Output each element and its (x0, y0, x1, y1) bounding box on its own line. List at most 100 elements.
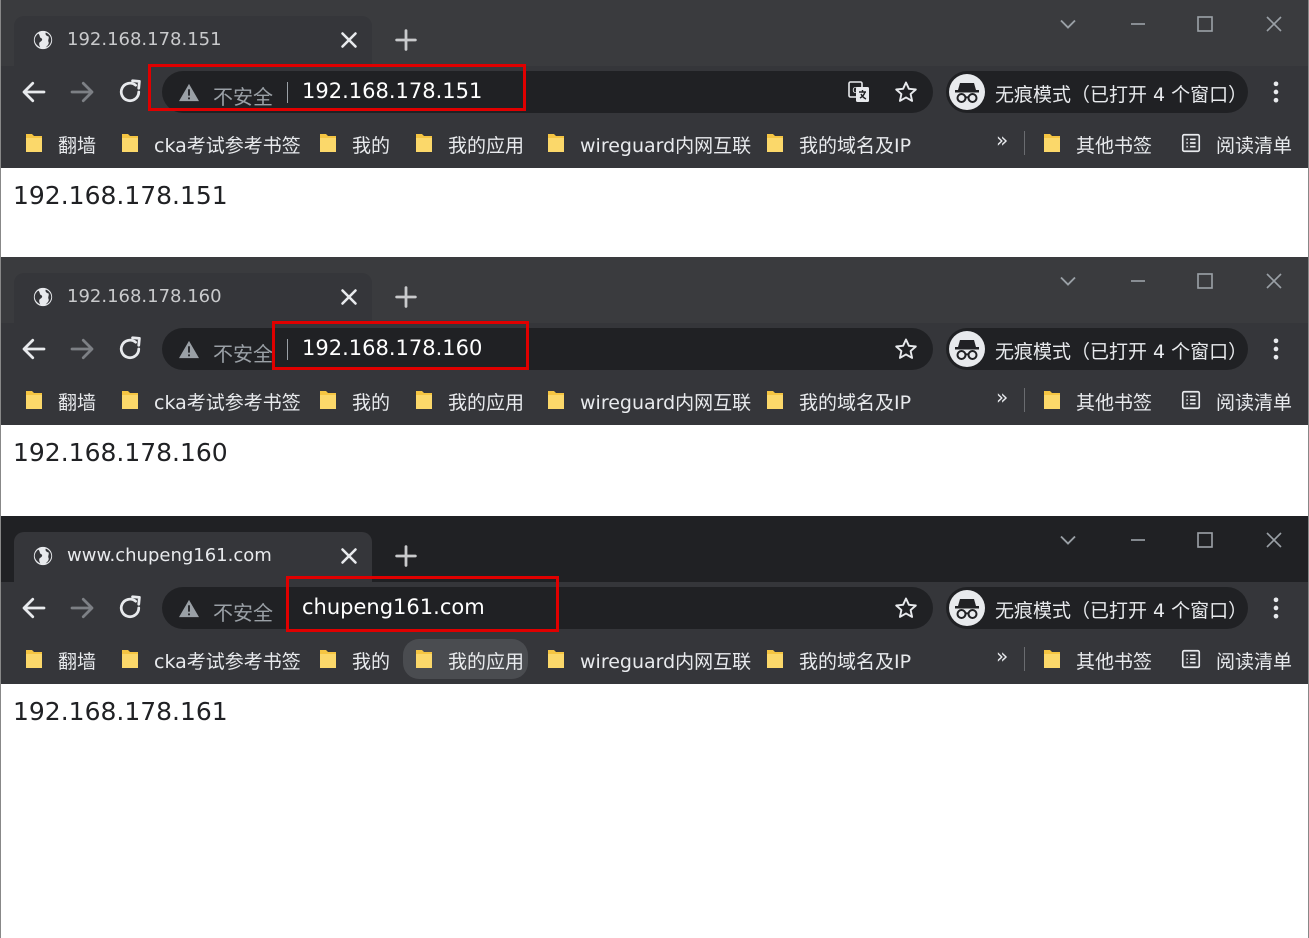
bookmark-folder[interactable]: 我的域名及IP (765, 644, 915, 674)
bookmark-label: wireguard内网互联 (580, 135, 752, 157)
more-menu-icon[interactable] (1262, 77, 1290, 107)
close-tab-icon[interactable] (336, 27, 362, 53)
tab-search-icon[interactable] (1054, 10, 1082, 38)
maximize-icon[interactable] (1191, 267, 1219, 295)
maximize-icon[interactable] (1191, 10, 1219, 38)
tab-active[interactable]: www.chupeng161.com (14, 532, 372, 582)
tab-active[interactable]: 192.168.178.160 (14, 273, 372, 323)
close-tab-icon[interactable] (336, 543, 362, 569)
tab-title: 192.168.178.160 (67, 286, 222, 307)
reading-list-label: 阅读清单 (1216, 651, 1293, 673)
bookmark-folder[interactable]: 我的域名及IP (765, 128, 915, 158)
bookmarks-overflow-chevron[interactable]: » (996, 385, 1008, 409)
forward-icon[interactable] (67, 334, 97, 364)
url-highlight-box (286, 576, 559, 632)
minimize-icon[interactable] (1124, 526, 1152, 554)
bookmark-folder[interactable]: wireguard内网互联 (546, 128, 751, 158)
forward-icon[interactable] (67, 593, 97, 623)
insecure-label[interactable]: 不安全 (213, 338, 273, 367)
tab-title: 192.168.178.151 (67, 29, 222, 50)
page-text: 192.168.178.151 (13, 181, 228, 210)
folder-icon (1042, 131, 1062, 155)
bookmark-folder[interactable]: 我的 (318, 644, 398, 674)
bookmarks-overflow-chevron[interactable]: » (996, 128, 1008, 152)
window-close-icon[interactable] (1260, 526, 1288, 554)
bookmark-folder-hovered[interactable]: 我的应用 (403, 639, 528, 679)
reload-icon[interactable] (115, 593, 145, 623)
forward-icon[interactable] (67, 77, 97, 107)
folder-icon (120, 131, 140, 155)
reading-list-icon (1180, 389, 1202, 411)
window-close-icon[interactable] (1260, 267, 1288, 295)
tab-search-icon[interactable] (1054, 267, 1082, 295)
translate-icon[interactable] (847, 80, 871, 104)
bookmark-folder[interactable]: wireguard内网互联 (546, 385, 751, 415)
bookmark-folder[interactable]: 我的应用 (414, 128, 526, 158)
tab-search-icon[interactable] (1054, 526, 1082, 554)
new-tab-icon[interactable] (392, 26, 420, 54)
bookmarks-bar: 翻墙 cka考试参考书签 我的 我的应用 wireguard内网互联 我的域名及… (0, 118, 1309, 168)
reload-icon[interactable] (115, 334, 145, 364)
folder-icon (318, 131, 338, 155)
reading-list[interactable]: 阅读清单 (1180, 385, 1292, 415)
maximize-icon[interactable] (1191, 526, 1219, 554)
incognito-indicator[interactable]: 无痕模式（已打开 4 个窗口） (946, 71, 1248, 113)
other-bookmarks[interactable]: 其他书签 (1042, 128, 1154, 158)
page-content: 192.168.178.151 (1, 168, 1308, 257)
bookmark-folder[interactable]: 我的 (318, 385, 398, 415)
url-highlight-box (148, 64, 526, 111)
folder-icon (318, 647, 338, 671)
reading-list[interactable]: 阅读清单 (1180, 644, 1292, 674)
folder-icon (765, 647, 785, 671)
minimize-icon[interactable] (1124, 267, 1152, 295)
bookmark-star-icon[interactable] (894, 337, 918, 361)
back-icon[interactable] (19, 77, 49, 107)
bookmark-folder[interactable]: 翻墙 (24, 128, 104, 158)
bookmark-folder[interactable]: cka考试参考书签 (120, 128, 301, 158)
bookmark-folder[interactable]: 翻墙 (24, 644, 104, 674)
bookmark-label: 我的 (352, 135, 391, 157)
bookmark-label: cka考试参考书签 (154, 651, 301, 673)
close-tab-icon[interactable] (336, 284, 362, 310)
bookmark-folder[interactable]: 翻墙 (24, 385, 104, 415)
folder-icon (24, 131, 44, 155)
bookmark-star-icon[interactable] (894, 80, 918, 104)
new-tab-icon[interactable] (392, 283, 420, 311)
bookmark-folder[interactable]: cka考试参考书签 (120, 644, 301, 674)
minimize-icon[interactable] (1124, 10, 1152, 38)
new-tab-icon[interactable] (392, 542, 420, 570)
page-content: 192.168.178.160 (1, 425, 1308, 516)
other-bookmarks[interactable]: 其他书签 (1042, 385, 1154, 415)
bookmark-label: wireguard内网互联 (580, 392, 752, 414)
incognito-indicator[interactable]: 无痕模式（已打开 4 个窗口） (946, 328, 1248, 370)
tab-active[interactable]: 192.168.178.151 (14, 16, 372, 66)
bookmark-folder[interactable]: 我的应用 (414, 385, 526, 415)
incognito-indicator[interactable]: 无痕模式（已打开 4 个窗口） (946, 587, 1248, 629)
window-close-icon[interactable] (1260, 10, 1288, 38)
insecure-label[interactable]: 不安全 (213, 597, 273, 626)
toolbar: 不安全 chupeng161.com 无痕模式（已打开 4 个窗口） (0, 582, 1309, 634)
reload-icon[interactable] (115, 77, 145, 107)
warning-icon[interactable] (178, 598, 200, 618)
bookmark-folder[interactable]: cka考试参考书签 (120, 385, 301, 415)
bookmark-label: 我的应用 (448, 392, 525, 414)
divider (1024, 131, 1025, 155)
folder-icon (24, 647, 44, 671)
folder-icon (414, 647, 434, 671)
tab-strip: 192.168.178.160 (0, 257, 1309, 323)
bookmark-star-icon[interactable] (894, 596, 918, 620)
warning-icon[interactable] (178, 339, 200, 359)
more-menu-icon[interactable] (1262, 334, 1290, 364)
reading-list[interactable]: 阅读清单 (1180, 128, 1292, 158)
incognito-icon (949, 331, 985, 367)
bookmark-folder[interactable]: 我的域名及IP (765, 385, 915, 415)
incognito-label: 无痕模式（已打开 4 个窗口） (995, 600, 1248, 622)
back-icon[interactable] (19, 593, 49, 623)
bookmarks-overflow-chevron[interactable]: » (996, 644, 1008, 668)
bookmark-folder[interactable]: wireguard内网互联 (546, 644, 751, 674)
other-bookmarks[interactable]: 其他书签 (1042, 644, 1154, 674)
bookmark-folder[interactable]: 我的 (318, 128, 398, 158)
back-icon[interactable] (19, 334, 49, 364)
more-menu-icon[interactable] (1262, 593, 1290, 623)
page-content: 192.168.178.161 (1, 684, 1308, 938)
